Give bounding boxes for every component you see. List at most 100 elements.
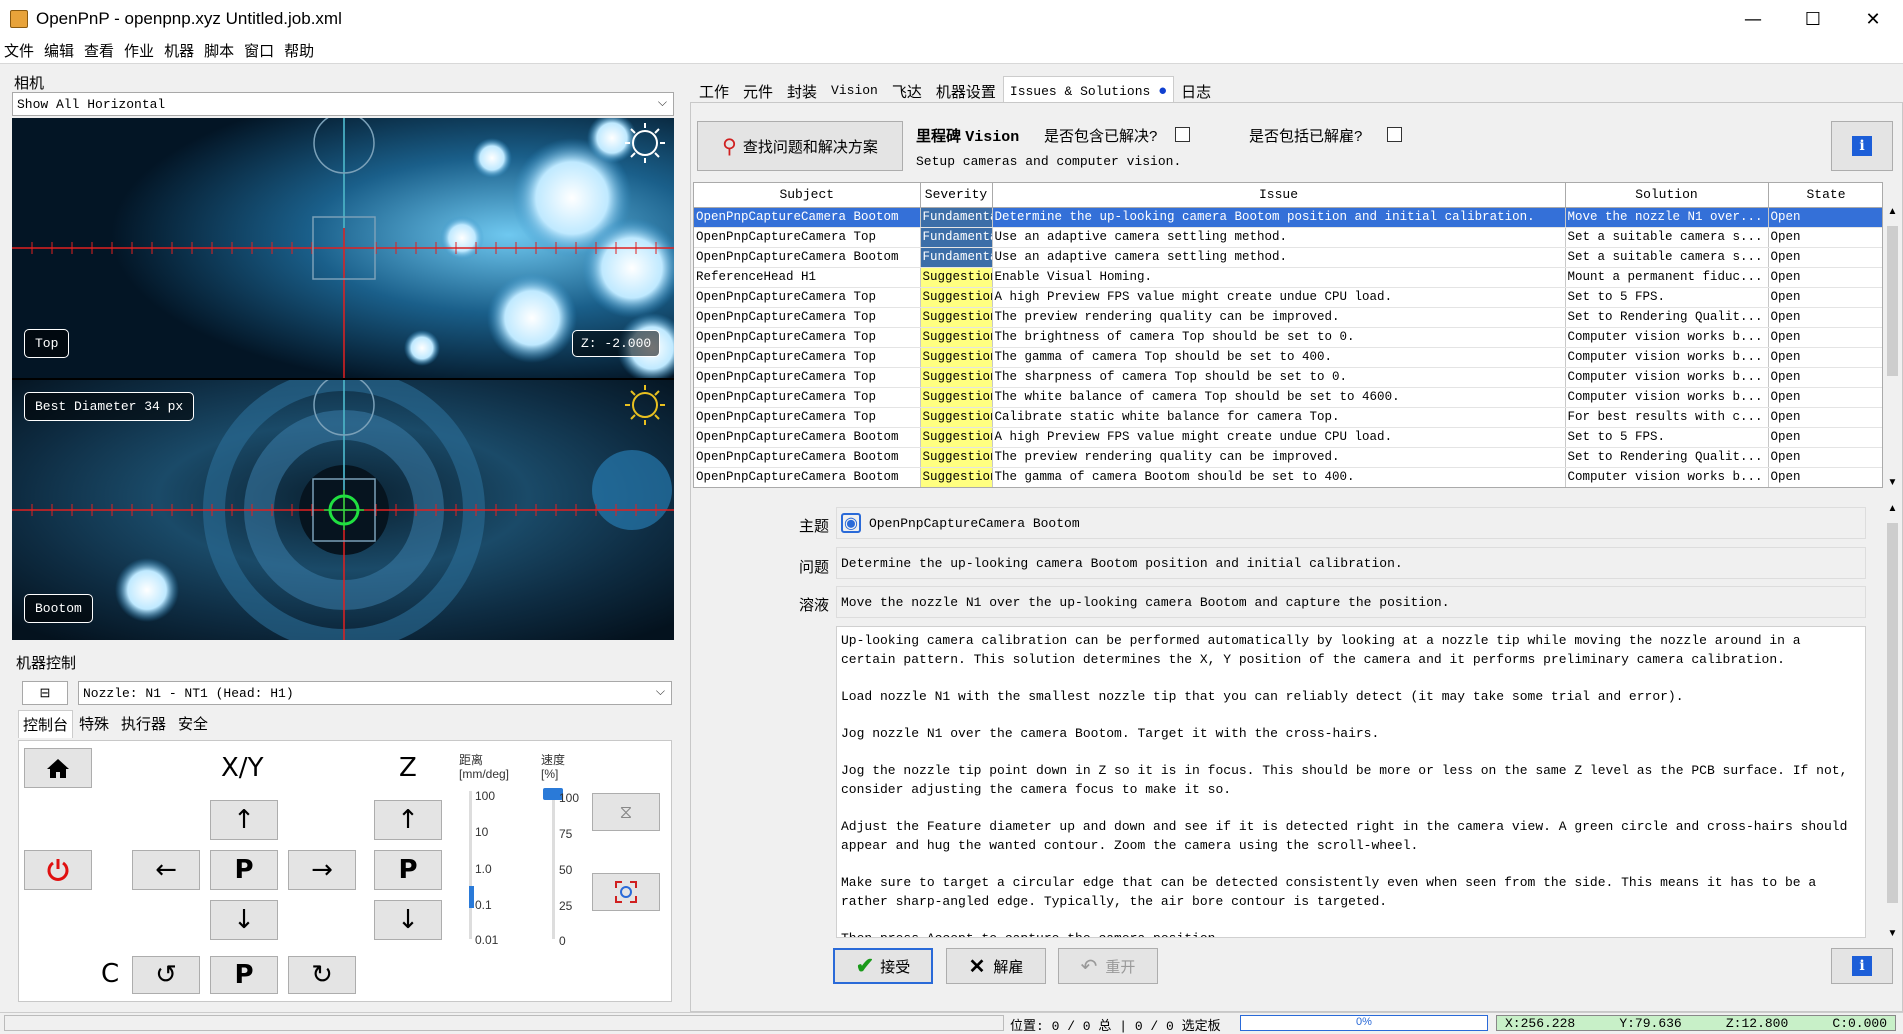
menu-view[interactable]: 查看: [84, 40, 114, 61]
cell-state: Open: [1768, 227, 1882, 248]
tab-vision[interactable]: Vision: [824, 76, 885, 102]
nozzle-pick-button[interactable]: ⧖: [592, 793, 660, 831]
home-button[interactable]: [24, 748, 92, 788]
cell-severity: Suggestion: [920, 407, 993, 428]
details-scroll-thumb[interactable]: [1887, 523, 1898, 903]
cell-severity: Suggestion: [920, 327, 993, 348]
jog-y-minus-button[interactable]: ↓: [210, 900, 278, 940]
table-row[interactable]: OpenPnpCaptureCamera Top Suggestion Calibr…: [694, 407, 1882, 428]
jog-x-plus-button[interactable]: →: [288, 850, 356, 890]
menu-file[interactable]: 文件: [4, 40, 34, 61]
include-dismissed-checkbox[interactable]: [1387, 127, 1402, 142]
details-scrollbar[interactable]: ▲ ▼: [1884, 503, 1901, 939]
tab-feeders[interactable]: 飞达: [885, 76, 929, 102]
bottom-camera-tile[interactable]: Best Diameter 34 px Bootom: [12, 380, 674, 640]
distance-slider-track[interactable]: [469, 791, 472, 939]
camera-capture-button[interactable]: [592, 873, 660, 911]
table-row[interactable]: OpenPnpCaptureCamera Bootom Suggestion A h…: [694, 427, 1882, 448]
tab-parts[interactable]: 元件: [736, 76, 780, 102]
tab-packages[interactable]: 封装: [780, 76, 824, 102]
cell-state: Open: [1768, 387, 1882, 408]
dro-readout[interactable]: X:256.228 Y:79.636 Z:12.800 C:0.000: [1496, 1015, 1896, 1031]
park-c-button[interactable]: P: [210, 956, 278, 994]
table-scrollbar[interactable]: ▲ ▼: [1884, 206, 1901, 488]
tab-job[interactable]: 工作: [692, 76, 736, 102]
table-row[interactable]: OpenPnpCaptureCamera TopFundamentalUse a…: [694, 227, 1882, 248]
tab-actuators[interactable]: 执行器: [115, 710, 172, 738]
camera-view-select[interactable]: Show All Horizontal ⌵: [12, 92, 674, 116]
col-solution[interactable]: Solution: [1565, 183, 1769, 208]
reopen-button[interactable]: ↶ 重开: [1058, 948, 1158, 984]
rotate-ccw-button[interactable]: ↺: [132, 956, 200, 994]
tab-issues-label: Issues & Solutions: [1009, 84, 1151, 99]
dismiss-button[interactable]: ✕ 解雇: [946, 948, 1046, 984]
table-row[interactable]: OpenPnpCaptureCamera Top Suggestion The wh…: [694, 387, 1882, 408]
table-row[interactable]: OpenPnpCaptureCamera BootomFundamentalUs…: [694, 247, 1882, 268]
find-issues-button[interactable]: ⚲ 查找问题和解决方案: [697, 121, 903, 171]
instruction-paragraph: Adjust the Feature diameter up and down …: [841, 819, 1848, 853]
speed-tick-100: 100: [559, 791, 580, 805]
table-row[interactable]: OpenPnpCaptureCamera Top Suggestion The sh…: [694, 367, 1882, 388]
cell-state: Open: [1768, 367, 1882, 388]
maximize-button[interactable]: ☐: [1783, 0, 1843, 38]
info-button-top[interactable]: i: [1831, 121, 1893, 171]
camera-view[interactable]: Top Z: -2.000 Best Diameter 34 px Bootom: [12, 118, 674, 640]
park-z-button[interactable]: P: [374, 850, 442, 890]
menu-help[interactable]: 帮助: [284, 40, 314, 61]
menu-machine[interactable]: 机器: [164, 40, 194, 61]
cell-state: Open: [1768, 247, 1882, 268]
title-bar: OpenPnP - openpnp.xyz Untitled.job.xml —…: [0, 0, 1903, 38]
menu-edit[interactable]: 编辑: [44, 40, 74, 61]
scroll-down-icon[interactable]: ▼: [1884, 928, 1901, 939]
table-row[interactable]: OpenPnpCaptureCamera Top Suggestion The pr…: [694, 307, 1882, 328]
tab-machine-setup[interactable]: 机器设置: [929, 76, 1003, 102]
issues-table[interactable]: Subject Severity Issue Solution State Op…: [693, 182, 1883, 488]
distance-slider-thumb[interactable]: [469, 886, 474, 908]
col-issue[interactable]: Issue: [992, 183, 1566, 208]
jog-z-minus-button[interactable]: ↓: [374, 900, 442, 940]
table-row[interactable]: OpenPnpCaptureCamera Top Suggestion A high…: [694, 287, 1882, 308]
solution-instructions[interactable]: Up-looking camera calibration can be per…: [836, 626, 1866, 938]
col-severity[interactable]: Severity: [920, 183, 993, 208]
col-state[interactable]: State: [1768, 183, 1882, 208]
menu-window[interactable]: 窗口: [244, 40, 274, 61]
instruction-paragraph: Load nozzle N1 with the smallest nozzle …: [841, 689, 1684, 704]
rotate-cw-button[interactable]: ↻: [288, 956, 356, 994]
table-row[interactable]: OpenPnpCaptureCamera Top Suggestion The br…: [694, 327, 1882, 348]
z-label: Z: [399, 753, 417, 783]
tab-log[interactable]: 日志: [1174, 76, 1218, 102]
include-solved-checkbox[interactable]: [1175, 127, 1190, 142]
top-camera-tile[interactable]: Top Z: -2.000: [12, 118, 674, 378]
close-button[interactable]: ✕: [1843, 0, 1903, 38]
menu-scripts[interactable]: 脚本: [204, 40, 234, 61]
scroll-up-icon[interactable]: ▲: [1884, 206, 1901, 217]
tab-safety[interactable]: 安全: [172, 710, 214, 738]
jog-y-plus-button[interactable]: ↑: [210, 800, 278, 840]
table-scroll-thumb[interactable]: [1887, 226, 1898, 376]
col-subject[interactable]: Subject: [694, 183, 921, 208]
tab-special[interactable]: 特殊: [73, 710, 115, 738]
scroll-up-icon[interactable]: ▲: [1884, 503, 1901, 514]
collapse-button[interactable]: ⊟: [22, 681, 68, 705]
accept-button[interactable]: ✔ 接受: [833, 948, 933, 984]
dro-x: X:256.228: [1505, 1016, 1576, 1031]
cell-severity: Suggestion: [920, 347, 993, 368]
cell-solution: Computer vision works b...: [1565, 347, 1769, 368]
park-xy-button[interactable]: P: [210, 850, 278, 890]
scroll-down-icon[interactable]: ▼: [1884, 477, 1901, 488]
table-row[interactable]: OpenPnpCaptureCamera BootomFundamentalDe…: [694, 207, 1882, 228]
power-button[interactable]: [24, 850, 92, 890]
minimize-button[interactable]: —: [1723, 0, 1783, 38]
speed-slider-track[interactable]: [552, 793, 555, 939]
tab-jog[interactable]: 控制台: [18, 710, 74, 738]
table-row[interactable]: OpenPnpCaptureCamera Bootom Suggestion The…: [694, 467, 1882, 487]
table-row[interactable]: OpenPnpCaptureCamera Top Suggestion The ga…: [694, 347, 1882, 368]
nozzle-select[interactable]: Nozzle: N1 - NT1 (Head: H1) ⌵: [78, 681, 672, 705]
jog-z-plus-button[interactable]: ↑: [374, 800, 442, 840]
tab-issues-solutions[interactable]: Issues & Solutions ●: [1002, 76, 1175, 102]
info-button-bottom[interactable]: i: [1831, 948, 1893, 984]
table-row[interactable]: ReferenceHead H1 Suggestion Enable Visual …: [694, 267, 1882, 288]
jog-x-minus-button[interactable]: ←: [132, 850, 200, 890]
table-row[interactable]: OpenPnpCaptureCamera Bootom Suggestion The…: [694, 447, 1882, 468]
menu-job[interactable]: 作业: [124, 40, 154, 61]
